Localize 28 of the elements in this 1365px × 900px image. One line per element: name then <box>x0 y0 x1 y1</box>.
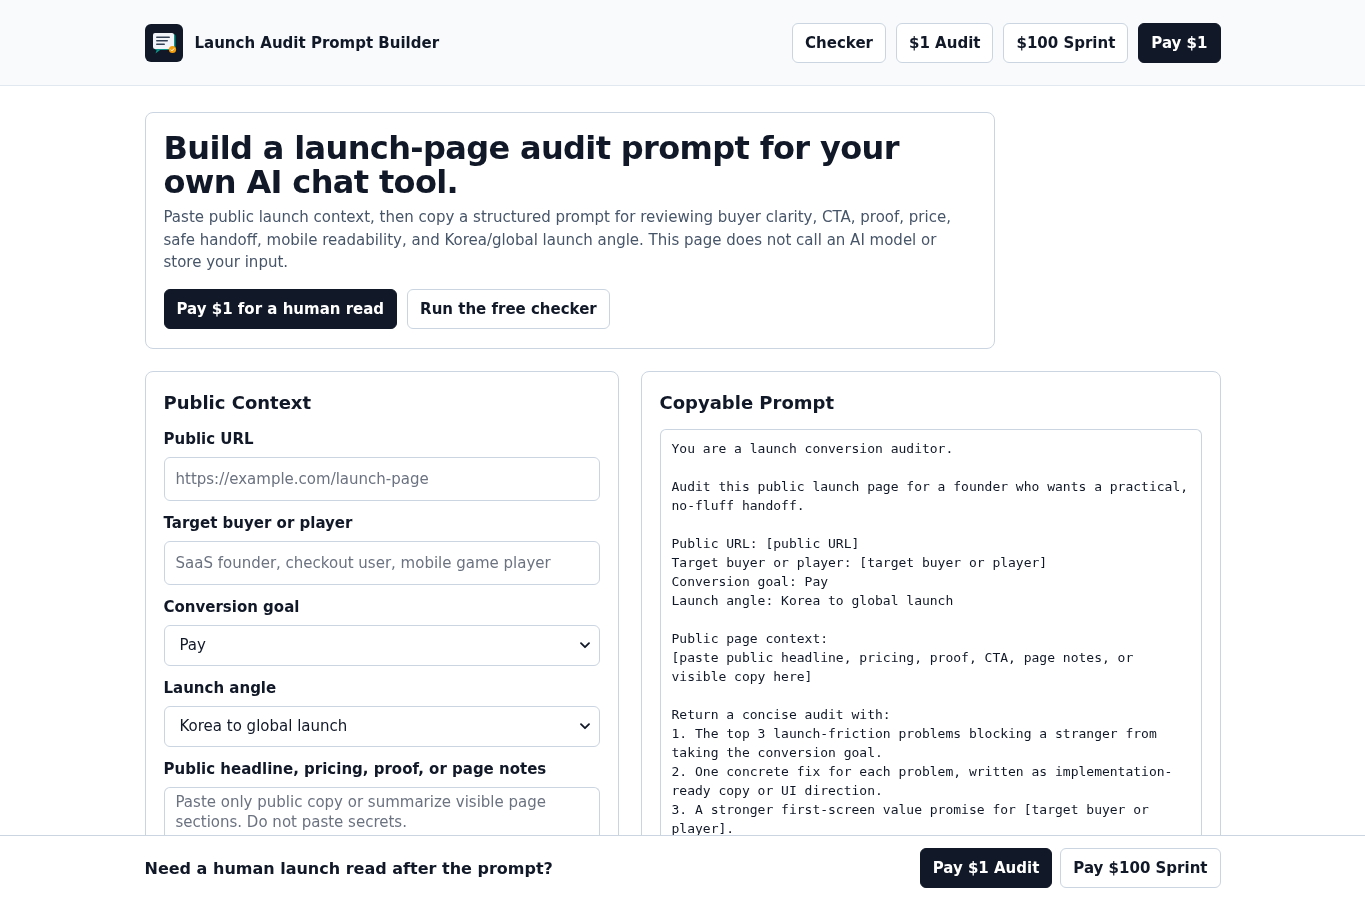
field-label: Public URL <box>163 428 255 449</box>
card-title: Public Context <box>163 390 313 415</box>
chevron-down-icon <box>579 722 590 730</box>
input-field[interactable]: SaaS founder, checkout user, mobile game player <box>163 540 600 585</box>
prompt-text-field[interactable]: You are a launch conversion auditor. Audit this public launch page for a founder who wants a practical, no-fluff handoff. Public URL: [public URL] Target buyer or player: [target buyer or player] Conversion goal: Pay Launch angle: Korea to global launch Public page context: [paste public headline, pricing, proof, CTA, page notes, or visible copy here] Return a concise audit with: 1. The top 3 launch-friction problems blocking a stranger from taking the conversion goal. 2. One concrete fix for each problem, written as implementation-ready copy or UI direction. 3. A stronger first-screen value promise for [target buyer or player]. <box>659 428 1202 836</box>
hero-description: Paste public launch context, then copy a structured prompt for reviewing buyer clarity, CTA, proof, price, safe handoff, mobile readability, and Korea/global launch angle. This page does not call an AI model or store your input. <box>163 207 952 273</box>
nav-button[interactable]: Checker <box>792 22 886 63</box>
field-label: Target buyer or player <box>163 512 354 533</box>
field-label: Conversion goal <box>163 596 301 617</box>
chevron-down-icon <box>579 641 590 649</box>
hero-button[interactable]: Run the free checker <box>407 288 610 329</box>
select-field[interactable]: Pay <box>163 624 600 666</box>
bar-button[interactable]: Pay $1 Audit <box>919 848 1053 888</box>
hero-heading: Build a launch-page audit prompt for your own AI chat tool. <box>163 131 901 199</box>
field-label: Launch angle <box>163 677 278 698</box>
card-title: Copyable Prompt <box>659 390 836 415</box>
input-field[interactable]: https://example.com/launch-page <box>163 456 600 501</box>
field-label: Public headline, pricing, proof, or page notes <box>163 758 548 779</box>
textarea-field[interactable]: Paste only public copy or summarize visible page sections. Do not paste secrets. <box>163 786 600 835</box>
bar-message: Need a human launch read after the prompt? <box>144 858 553 878</box>
nav-button[interactable]: $1 Audit <box>896 22 994 63</box>
select-field[interactable]: Korea to global launch <box>163 705 600 747</box>
bar-button[interactable]: Pay $100 Sprint <box>1060 848 1221 888</box>
chat-bubble-icon <box>144 23 183 62</box>
app-title: Launch Audit Prompt Builder <box>194 33 440 52</box>
hero-button[interactable]: Pay $1 for a human read <box>163 288 398 329</box>
nav-button[interactable]: $100 Sprint <box>1003 22 1129 63</box>
nav-button[interactable]: Pay $1 <box>1138 22 1221 63</box>
